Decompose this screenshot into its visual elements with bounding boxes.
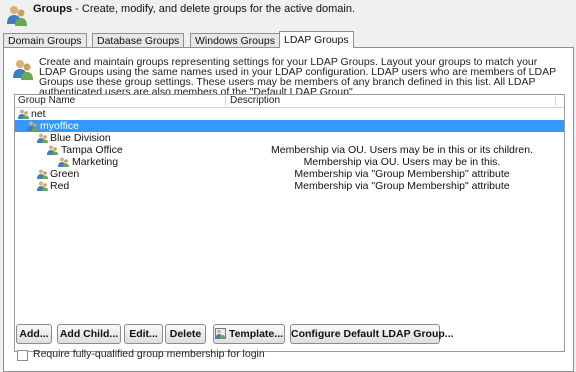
column-divider[interactable] bbox=[225, 96, 226, 106]
tree-row-tampa-office[interactable]: Tampa Office Membership via OU. Users ma… bbox=[15, 144, 564, 156]
template-button[interactable]: Template... bbox=[213, 324, 285, 344]
group-description: Membership via OU. Users may be in this. bbox=[303, 156, 501, 168]
group-icon bbox=[47, 145, 58, 155]
group-name: myoffice bbox=[40, 120, 79, 132]
group-icon bbox=[37, 169, 48, 179]
tab-domain-groups[interactable]: Domain Groups bbox=[3, 33, 87, 48]
group-name: net bbox=[31, 108, 46, 120]
add-button[interactable]: Add... bbox=[16, 324, 52, 344]
column-description[interactable]: Description bbox=[230, 95, 280, 107]
page-header: Groups - Create, modify, and delete grou… bbox=[0, 0, 576, 32]
tree-row-blue-division[interactable]: Blue Division bbox=[15, 132, 564, 144]
intro-text: Create and maintain groups representing … bbox=[39, 56, 556, 98]
group-description: Membership via "Group Membership" attrib… bbox=[294, 180, 510, 192]
edit-button[interactable]: Edit... bbox=[124, 324, 163, 344]
tree-row-marketing[interactable]: Marketing Membership via OU. Users may b… bbox=[15, 156, 564, 168]
group-icon bbox=[37, 133, 48, 143]
group-name: Marketing bbox=[72, 156, 119, 168]
tree-row-net[interactable]: net bbox=[15, 108, 564, 120]
group-icon bbox=[58, 157, 69, 167]
column-group-name[interactable]: Group Name bbox=[18, 95, 75, 107]
tree-row-red[interactable]: Red Membership via "Group Membership" at… bbox=[15, 180, 564, 192]
tab-ldap-groups[interactable]: LDAP Groups bbox=[279, 31, 354, 48]
users-group-icon bbox=[7, 6, 27, 26]
group-icon bbox=[27, 121, 38, 131]
group-description: Membership via "Group Membership" attrib… bbox=[294, 168, 510, 180]
page-title: Groups - Create, modify, and delete grou… bbox=[33, 3, 356, 15]
column-divider[interactable] bbox=[555, 96, 556, 106]
group-template-icon bbox=[214, 328, 226, 339]
delete-button[interactable]: Delete bbox=[165, 324, 206, 344]
group-icon bbox=[37, 181, 48, 191]
tree-row-green[interactable]: Green Membership via "Group Membership" … bbox=[15, 168, 564, 180]
group-name: Blue Division bbox=[50, 132, 111, 144]
group-name: Tampa Office bbox=[61, 144, 123, 156]
group-tree-table[interactable]: Group Name Description net myoffice Blue… bbox=[14, 94, 565, 352]
group-icon bbox=[18, 109, 29, 119]
template-button-label: Template... bbox=[228, 328, 284, 340]
group-name: Red bbox=[50, 180, 70, 192]
add-child-button[interactable]: Add Child... bbox=[57, 324, 121, 344]
table-header: Group Name Description bbox=[15, 95, 564, 108]
require-fq-membership-label[interactable]: Require fully-qualified group membership… bbox=[33, 348, 265, 360]
tree-row-myoffice[interactable]: myoffice bbox=[15, 120, 564, 132]
group-description: Membership via OU. Users may be in this … bbox=[270, 144, 533, 156]
tab-windows-groups[interactable]: Windows Groups bbox=[190, 33, 280, 48]
configure-default-ldap-group-button[interactable]: Configure Default LDAP Group... bbox=[290, 324, 454, 344]
tab-database-groups[interactable]: Database Groups bbox=[92, 33, 185, 48]
users-group-icon bbox=[13, 60, 33, 80]
require-fq-membership-checkbox[interactable] bbox=[17, 350, 28, 361]
group-name: Green bbox=[50, 168, 80, 180]
